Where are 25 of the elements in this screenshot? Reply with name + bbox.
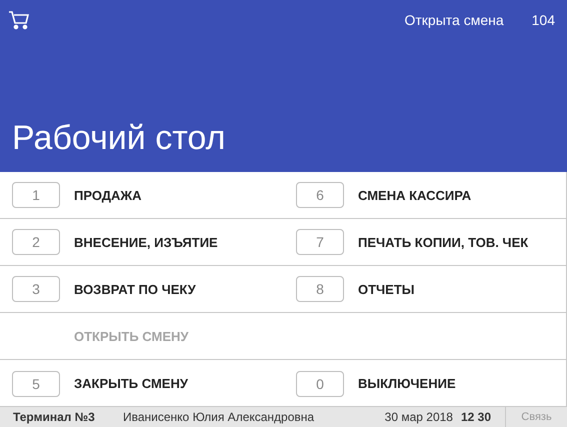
terminal-label: Терминал №3 <box>13 410 96 424</box>
key-button[interactable]: 2 <box>12 229 60 255</box>
key-button[interactable]: 0 <box>296 370 344 396</box>
key-button[interactable]: 7 <box>296 229 344 255</box>
menu-item[interactable]: СМЕНА КАССИРА <box>358 188 472 202</box>
menu-item[interactable]: ВЫКЛЮЧЕНИЕ <box>358 376 456 391</box>
shift-status: Открыта смена <box>404 12 504 28</box>
key-button[interactable]: 8 <box>296 276 344 302</box>
key-button[interactable]: 5 <box>12 370 60 396</box>
menu-item[interactable]: ВНЕСЕНИЕ, ИЗЪЯТИЕ <box>74 234 218 250</box>
menu-item[interactable]: ОТЧЕТЫ <box>358 282 415 296</box>
connection-button[interactable]: Связь <box>505 407 567 427</box>
date-text: 30 мар 2018 <box>384 410 453 424</box>
menu-item[interactable]: ЗАКРЫТЬ СМЕНУ <box>74 376 188 391</box>
cashier-name: Иванисенко Юлия Александровна <box>123 410 316 424</box>
key-button[interactable]: 6 <box>296 182 344 208</box>
time-text: 12 30 <box>460 410 491 424</box>
menu-item[interactable]: ПРОДАЖА <box>74 188 142 202</box>
menu-item[interactable]: ПЕЧАТЬ КОПИИ, ТОВ. ЧЕК <box>358 234 528 250</box>
shift-number: 104 <box>532 12 555 28</box>
screen-title: Рабочий стол <box>12 119 226 158</box>
menu-item[interactable]: ВОЗВРАТ ПО ЧЕКУ <box>74 282 196 296</box>
key-button[interactable]: 3 <box>12 276 60 302</box>
key-button[interactable]: 1 <box>12 182 60 208</box>
cart-icon[interactable] <box>8 10 30 30</box>
